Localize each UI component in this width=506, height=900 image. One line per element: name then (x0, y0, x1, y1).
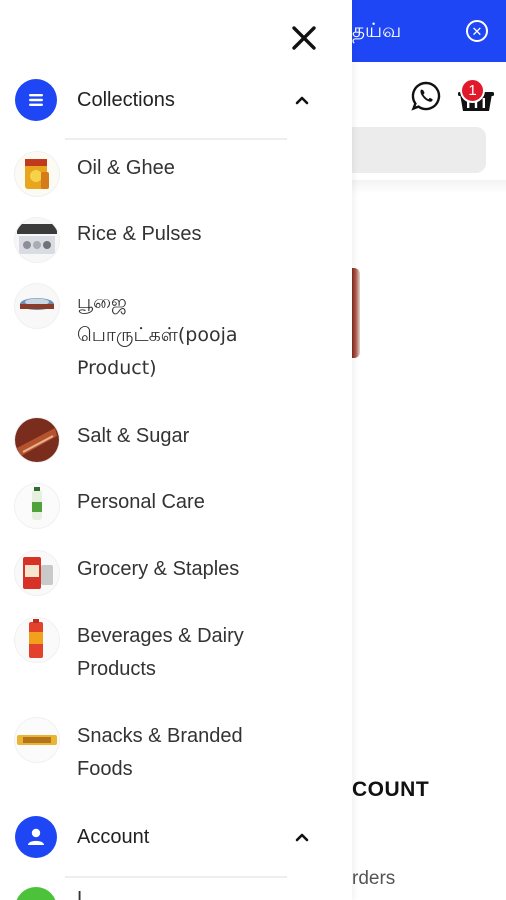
banner-text: தய்வ (352, 18, 402, 42)
divider (65, 138, 287, 140)
account-heading: COUNT (352, 778, 430, 801)
collections-label: Collections (77, 88, 175, 111)
search-input[interactable] (340, 127, 486, 173)
cart-count-badge: 1 (460, 78, 485, 103)
logout-icon[interactable] (15, 887, 57, 900)
personal-care-thumbnail (15, 484, 59, 528)
category-label: பூஜை பொருட்கள்(pooja Product) (77, 291, 238, 379)
chevron-up-icon[interactable] (292, 827, 312, 847)
product-image-edge (352, 268, 360, 358)
close-circle-icon[interactable]: ✕ (466, 20, 488, 42)
snacks-branded-thumbnail (15, 718, 59, 762)
user-icon (15, 816, 57, 858)
navigation-drawer: Collections Oil & Ghee Rice & Pulses பூஜ… (0, 0, 352, 900)
category-beverages-dairy[interactable]: Beverages & Dairy Products (0, 618, 352, 688)
menu-lines-icon (15, 79, 57, 121)
category-label: Personal Care (77, 491, 205, 513)
category-pooja-product[interactable]: பூஜை பொருட்கள்(pooja Product) (0, 284, 352, 384)
category-snacks-branded[interactable]: Snacks & Branded Foods (0, 718, 352, 788)
account-section-header[interactable]: Account (0, 813, 352, 861)
whatsapp-icon[interactable] (410, 80, 442, 112)
orders-link[interactable]: rders (352, 868, 395, 890)
category-rice-pulses[interactable]: Rice & Pulses (0, 216, 352, 264)
chevron-up-icon[interactable] (292, 90, 312, 110)
category-oil-ghee[interactable]: Oil & Ghee (0, 150, 352, 198)
header-shadow (352, 180, 506, 194)
rice-pulses-thumbnail (15, 218, 59, 262)
category-label: Rice & Pulses (77, 223, 202, 245)
category-label: Oil & Ghee (77, 157, 175, 179)
pooja-product-thumbnail (15, 284, 59, 328)
category-salt-sugar[interactable]: Salt & Sugar (0, 418, 352, 466)
category-label: Snacks & Branded Foods (77, 725, 243, 780)
category-label: Salt & Sugar (77, 425, 190, 447)
announcement-banner: தய்வ ✕ (352, 0, 506, 62)
category-label: Grocery & Staples (77, 558, 240, 580)
category-label: Beverages & Dairy Products (77, 625, 244, 680)
close-icon[interactable] (290, 24, 318, 52)
next-menu-item-label[interactable]: L (77, 888, 88, 900)
divider (65, 876, 287, 878)
category-grocery-staples[interactable]: Grocery & Staples (0, 551, 352, 599)
beverages-dairy-thumbnail (15, 618, 59, 662)
collections-section-header[interactable]: Collections (0, 76, 352, 124)
category-personal-care[interactable]: Personal Care (0, 484, 352, 532)
oil-ghee-thumbnail (15, 152, 59, 196)
grocery-staples-thumbnail (15, 551, 59, 595)
salt-sugar-thumbnail (15, 418, 59, 462)
account-label: Account (77, 825, 150, 848)
